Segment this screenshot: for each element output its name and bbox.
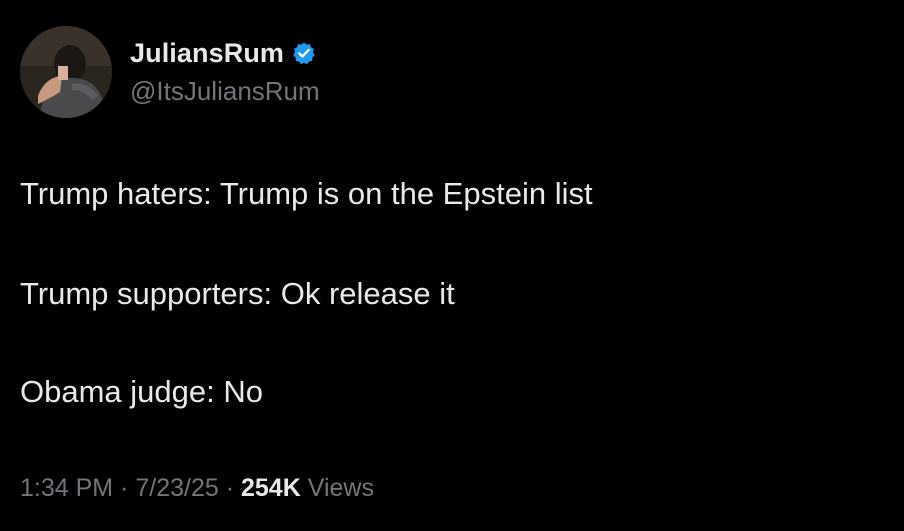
- display-name[interactable]: JuliansRum: [130, 38, 284, 69]
- tweet-text-line: Obama judge: No: [20, 374, 263, 409]
- profile-photo-icon: [20, 26, 112, 118]
- tweet-meta: 1:34 PM · 7/23/25 · 254K Views: [20, 474, 374, 503]
- tweet-text-line: Trump supporters: Ok release it: [20, 276, 455, 311]
- meta-separator: ·: [225, 474, 235, 502]
- meta-separator: ·: [120, 474, 129, 502]
- avatar[interactable]: [20, 26, 112, 118]
- views-label: Views: [307, 474, 374, 502]
- tweet-card: JuliansRum @ItsJuliansRum Trump haters: …: [0, 0, 904, 531]
- views-count[interactable]: 254K: [241, 474, 301, 502]
- author-handle[interactable]: @ItsJuliansRum: [130, 76, 320, 107]
- tweet-text-line: Trump haters: Trump is on the Epstein li…: [20, 176, 593, 211]
- author-name-row: JuliansRum: [130, 36, 316, 70]
- verified-badge-icon: [292, 41, 316, 65]
- tweet-date[interactable]: 7/23/25: [135, 474, 218, 502]
- tweet-time[interactable]: 1:34 PM: [20, 474, 113, 502]
